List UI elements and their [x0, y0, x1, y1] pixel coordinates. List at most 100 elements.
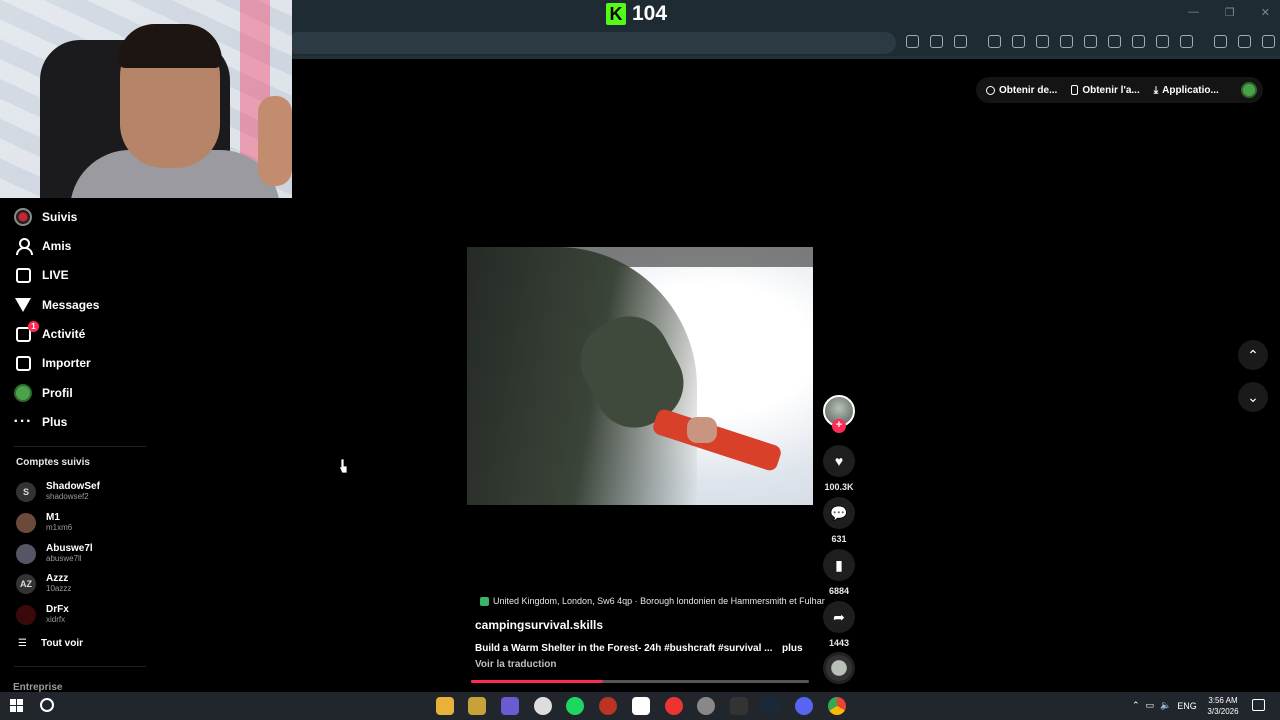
kick-viewer-badge: K 104	[606, 2, 667, 26]
comment-icon: 💬	[830, 504, 848, 521]
mouse-cursor-icon	[338, 458, 348, 474]
sidebar-item-profile[interactable]: Profil	[14, 382, 73, 404]
notification-icon[interactable]	[1252, 699, 1265, 711]
next-video-button[interactable]: ⌄	[1238, 382, 1268, 412]
taskbar-clock[interactable]: 3:56 AM 3/3/2026	[1200, 695, 1246, 717]
red-app-icon[interactable]	[665, 697, 683, 715]
chevron-down-icon: ⌄	[1247, 388, 1259, 405]
download-icon: ⤓	[1153, 84, 1159, 96]
music-disc[interactable]	[823, 652, 855, 684]
get-coins-button[interactable]: Obtenir de...	[986, 85, 1057, 96]
chrome-icon[interactable]	[828, 697, 846, 715]
windows-start-icon[interactable]	[10, 699, 23, 712]
sidebar-item-label: Amis	[42, 239, 72, 253]
store-icon[interactable]	[468, 697, 486, 715]
share-button[interactable]: ➦	[823, 601, 855, 633]
followed-account[interactable]: S ShadowSef shadowsef2	[16, 481, 100, 502]
creator-username[interactable]: campingsurvival.skills	[475, 618, 603, 632]
sidebar-item-friends[interactable]: Amis	[14, 235, 71, 257]
epic-games-icon[interactable]	[730, 697, 748, 715]
followed-account[interactable]: AZ Azzz 10azzz	[16, 573, 71, 594]
followed-account[interactable]: Abuswe7l abuswe7ll	[16, 543, 93, 564]
search-icon[interactable]	[40, 698, 54, 712]
sidebar-item-following[interactable]: Suivis	[14, 206, 77, 228]
system-tray: ⌃ ▭ 🔈 ENG	[1132, 700, 1197, 711]
get-app-button[interactable]: Obtenir l'a...	[1071, 85, 1140, 96]
speaker-icon[interactable]: 🔈	[1160, 700, 1171, 711]
webcam-hair	[118, 24, 222, 68]
more-button[interactable]: plus	[782, 643, 803, 654]
restore-icon[interactable]: ❐	[1225, 6, 1235, 19]
link-icon[interactable]	[1180, 35, 1193, 48]
minimize-icon[interactable]: —	[1188, 6, 1199, 19]
translate-link[interactable]: Voir la traduction	[475, 659, 557, 670]
user-avatar[interactable]	[1240, 82, 1257, 98]
install-app-icon[interactable]	[906, 35, 919, 48]
sidebar-item-messages[interactable]: Messages	[14, 294, 99, 316]
capcut-icon[interactable]	[632, 697, 650, 715]
steam-icon[interactable]	[762, 697, 780, 715]
avatar	[16, 543, 36, 564]
like-button[interactable]: ♥	[823, 445, 855, 477]
address-field[interactable]	[286, 32, 896, 54]
upload-icon	[14, 354, 32, 372]
webcam-hand	[258, 96, 292, 186]
activity-icon: 1	[14, 321, 39, 343]
network-icon[interactable]: ▭	[1146, 700, 1155, 711]
followed-account[interactable]: DrFx xidrfx	[16, 604, 69, 625]
desktop-app-label: Applicatio...	[1162, 84, 1219, 96]
file-explorer-icon[interactable]	[436, 697, 454, 715]
sidebar-item-label: Importer	[42, 356, 91, 370]
discord-icon[interactable]	[795, 697, 813, 715]
location-icon	[480, 596, 489, 606]
history-icon[interactable]	[1060, 35, 1073, 48]
card-icon[interactable]	[1036, 35, 1049, 48]
sidebar-item-live[interactable]: LIVE	[14, 264, 69, 286]
search-app-icon[interactable]	[534, 697, 552, 715]
spotify-icon[interactable]	[566, 697, 584, 715]
video-player[interactable]	[467, 247, 813, 505]
sidebar-item-activity[interactable]: 1 Activité	[14, 321, 85, 345]
sidebar-item-more[interactable]: ··· Plus	[14, 411, 68, 433]
bookmark-icon: ▮	[835, 556, 843, 573]
sidebar-item-upload[interactable]: Importer	[14, 352, 91, 374]
obs-icon[interactable]	[599, 697, 617, 715]
follow-plus-button[interactable]: +	[832, 419, 846, 433]
extension-icon[interactable]	[988, 35, 1001, 48]
desktop-app-button[interactable]: ⤓ Applicatio...	[1154, 85, 1219, 96]
language-indicator[interactable]: ENG	[1177, 701, 1197, 711]
translate-icon[interactable]	[1108, 35, 1121, 48]
key-icon[interactable]	[1012, 35, 1025, 48]
avatar: S	[16, 481, 36, 502]
star-icon[interactable]	[954, 35, 967, 48]
account-name: Abuswe7l	[46, 543, 93, 554]
clock-time: 3:56 AM	[1208, 696, 1238, 705]
game-controller-icon[interactable]	[501, 697, 519, 715]
location-label: United Kingdom, London, Sw6 4qp · Boroug…	[493, 596, 825, 606]
followed-account[interactable]: M1 m1xm6	[16, 512, 72, 533]
profile-icon[interactable]	[1238, 35, 1251, 48]
comment-button[interactable]: 💬	[823, 497, 855, 529]
download-icon[interactable]	[1084, 35, 1097, 48]
eye-slash-icon[interactable]	[930, 35, 943, 48]
windows-taskbar: ⌃ ▭ 🔈 ENG 3:56 AM 3/3/2026	[0, 692, 1280, 720]
refresh-icon[interactable]	[1132, 35, 1145, 48]
chevron-up-icon[interactable]: ⌃	[1132, 700, 1140, 711]
video-location[interactable]: United Kingdom, London, Sw6 4qp · Boroug…	[480, 596, 825, 606]
avatar	[16, 604, 36, 625]
previous-video-button[interactable]: ⌃	[1238, 340, 1268, 370]
close-icon[interactable]: ✕	[1261, 6, 1270, 19]
menu-dots-icon[interactable]	[1262, 35, 1275, 48]
friends-icon	[14, 237, 33, 255]
account-name: ShadowSef	[46, 481, 100, 492]
sidebar-item-label: Profil	[42, 386, 73, 400]
save-button[interactable]: ▮	[823, 549, 855, 581]
messages-icon	[14, 296, 32, 314]
see-all-button[interactable]: ☰ Tout voir	[18, 638, 83, 649]
settings-app-icon[interactable]	[697, 697, 715, 715]
reading-list-icon[interactable]	[1214, 35, 1227, 48]
comment-count: 631	[831, 534, 847, 544]
sidebar-divider	[14, 446, 146, 447]
grid-icon[interactable]	[1156, 35, 1169, 48]
video-progress-bar[interactable]	[471, 680, 809, 683]
